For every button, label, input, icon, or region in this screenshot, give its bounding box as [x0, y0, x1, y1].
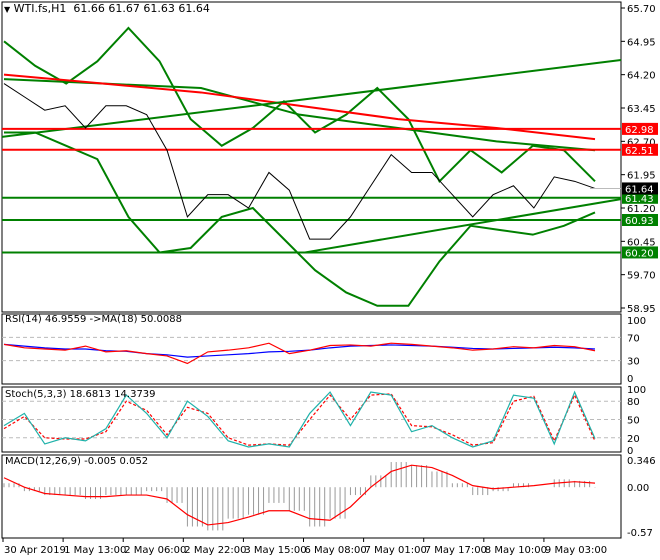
x-tick-label: 2 May 06:00: [124, 545, 186, 556]
y-tick-label: 64.95: [627, 37, 656, 48]
y-tick-label: 61.95: [627, 171, 656, 182]
rsi-tick-label: 100: [627, 316, 646, 327]
x-tick-label: 9 May 03:00: [545, 545, 607, 556]
macd-tick-label: -0.57: [627, 528, 653, 539]
x-tick-label: 2 May 22:00: [184, 545, 246, 556]
rsi-tick-label: 70: [627, 333, 640, 344]
stoch-label: Stoch(5,3,3) 18.6813 14.3739: [5, 389, 156, 400]
macd-label: MACD(12,26,9) -0.005 0.052: [5, 456, 149, 467]
chart-canvas[interactable]: 65.7064.9564.2063.4562.7061.9561.2060.45…: [0, 0, 660, 560]
y-tick-label: 59.70: [627, 271, 656, 282]
y-tick-label: 61.20: [627, 204, 656, 215]
chart-header: ▼ WTI.fs,H1 61.66 61.67 61.63 61.64: [4, 2, 210, 15]
x-tick-label: 6 May 08:00: [305, 545, 367, 556]
stoch-tick-label: 20: [627, 434, 640, 445]
level-tag-label: 62.51: [625, 146, 654, 157]
x-tick-label: 7 May 01:00: [365, 545, 427, 556]
x-tick-label: 30 Apr 2019: [4, 545, 66, 556]
level-tag-label: 62.98: [625, 125, 654, 136]
dropdown-triangle-icon[interactable]: ▼: [4, 5, 10, 14]
rsi-tick-label: 0: [627, 374, 633, 385]
x-tick-label: 1 May 13:00: [64, 545, 126, 556]
rsi-ma-line: [3, 343, 596, 358]
x-tick-label: 8 May 10:00: [485, 545, 547, 556]
symbol-label: WTI.fs,H1: [13, 2, 67, 15]
y-tick-label: 65.70: [627, 4, 656, 15]
stoch-tick-label: 100: [627, 385, 646, 396]
rsi-label: RSI(14) 46.9559 ->MA(18) 50.0088: [5, 314, 182, 325]
bollinger-upper-line: [3, 26, 596, 184]
macd-tick-label: 0.346: [627, 456, 656, 467]
x-tick-label: 3 May 15:00: [244, 545, 306, 556]
level-tag-label: 60.93: [625, 216, 654, 227]
y-tick-label: 58.95: [627, 304, 656, 315]
last-price-label: 61.64: [625, 184, 654, 195]
trading-chart-window: 65.70 64.95 64.20 63.45 62.70 61.95 61.20 60.45…: [0, 0, 660, 560]
ohlc-values: 61.66 61.67 61.63 61.64: [73, 2, 210, 15]
level-tag-label: 60.20: [625, 248, 654, 259]
trendline-upper: [1, 59, 622, 138]
y-tick-label: 63.45: [627, 104, 656, 115]
x-tick-label: 7 May 17:00: [425, 545, 487, 556]
stoch-tick-label: 80: [627, 397, 640, 408]
trendline-lower: [304, 198, 622, 254]
rsi-tick-label: 30: [627, 357, 640, 368]
macd-tick-label: 0.00: [627, 483, 649, 494]
stoch-tick-label: 50: [627, 416, 640, 427]
y-tick-label: 64.20: [627, 71, 656, 82]
ma-mid-line: [3, 78, 596, 152]
price-line: [3, 83, 596, 240]
